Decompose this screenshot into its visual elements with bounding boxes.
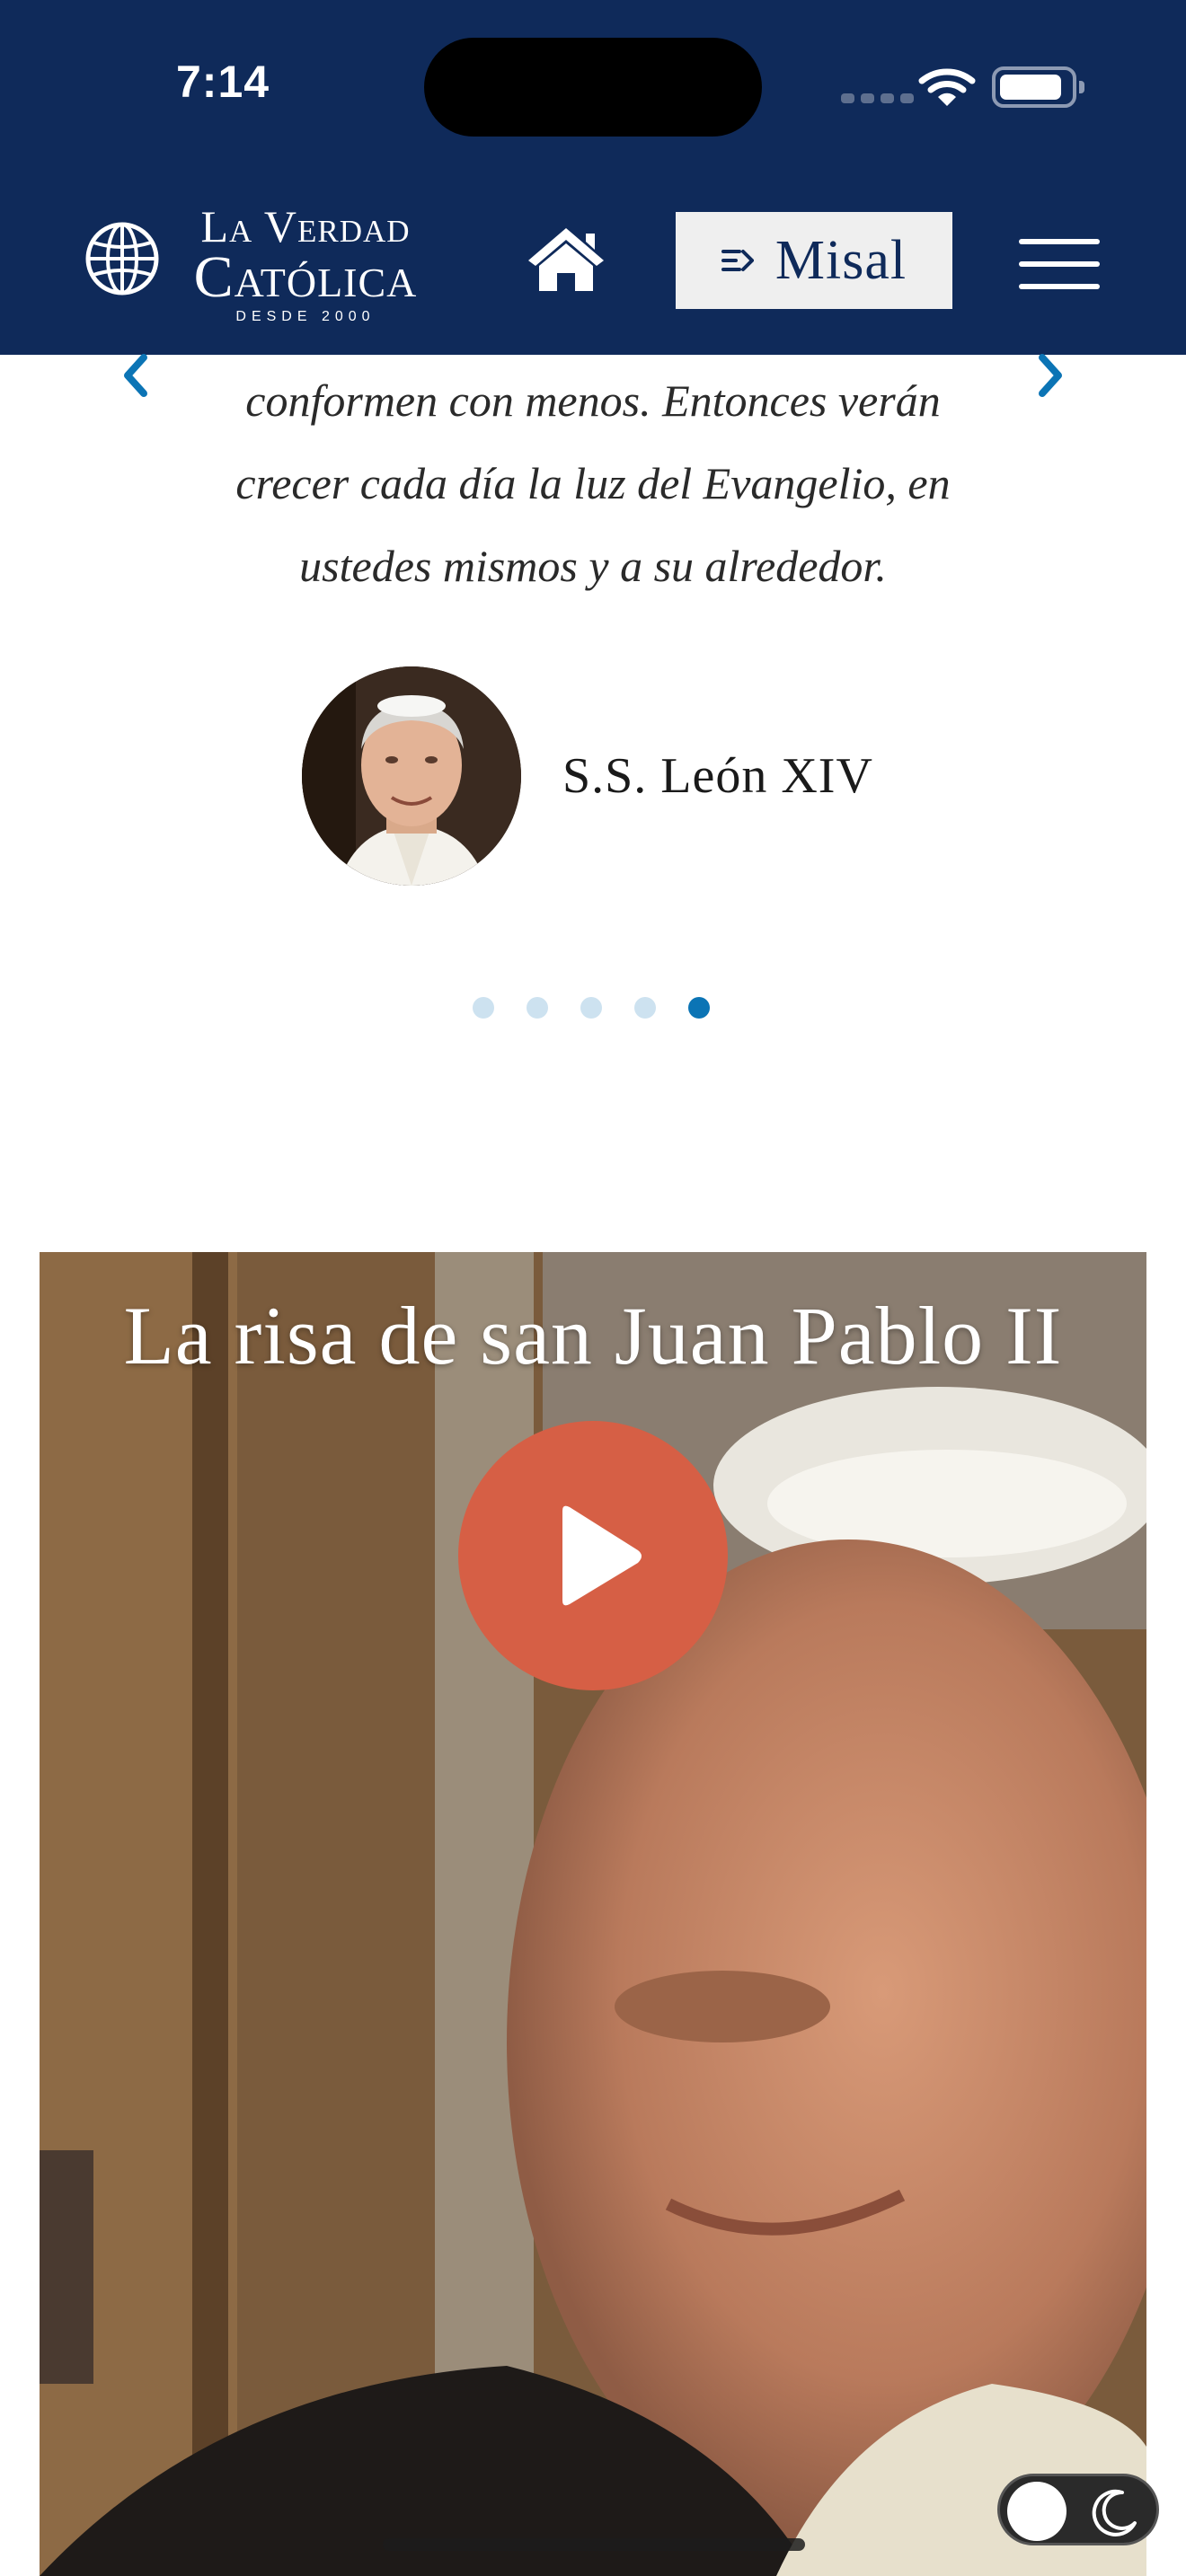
home-indicator bbox=[383, 2538, 805, 2551]
quote-line: crecer cada día la luz del Evangelio, en bbox=[235, 458, 951, 508]
quote-line: conformen con menos. Entonces verán bbox=[245, 375, 941, 426]
misal-icon bbox=[721, 250, 754, 271]
quote-line: ustedes mismos y a su alrededor. bbox=[299, 541, 887, 591]
cellular-signal-icon bbox=[841, 93, 914, 103]
quote-text: conformen con menos. Entonces verán crec… bbox=[144, 359, 1042, 607]
battery-icon bbox=[992, 66, 1084, 108]
video-title: La risa de san Juan Pablo II bbox=[123, 1290, 1063, 1381]
wifi-icon bbox=[918, 68, 976, 106]
dark-mode-toggle[interactable] bbox=[997, 2474, 1159, 2545]
moon-icon bbox=[1092, 2489, 1137, 2536]
logo-line-2: Católica bbox=[193, 244, 418, 310]
globe-icon bbox=[85, 222, 159, 296]
site-logo[interactable]: La Verdad Católica DESDE 2000 bbox=[83, 203, 442, 324]
misal-button[interactable]: Misal bbox=[676, 212, 952, 309]
carousel-dot[interactable] bbox=[527, 997, 548, 1019]
home-icon[interactable] bbox=[525, 225, 607, 293]
logo-line-1: La Verdad bbox=[200, 201, 411, 251]
play-icon bbox=[562, 1505, 642, 1606]
menu-icon[interactable] bbox=[1019, 239, 1100, 289]
carousel-dot[interactable] bbox=[634, 997, 656, 1019]
carousel-dot[interactable] bbox=[473, 997, 494, 1019]
dynamic-island bbox=[424, 38, 762, 137]
carousel-dot[interactable] bbox=[580, 997, 602, 1019]
quote-author: S.S. León XIV bbox=[562, 748, 873, 804]
carousel-dot-active[interactable] bbox=[688, 997, 710, 1019]
misal-button-label: Misal bbox=[774, 229, 907, 291]
logo-wordmark: La Verdad Católica DESDE 2000 bbox=[171, 203, 440, 325]
toggle-knob bbox=[1007, 2482, 1067, 2541]
site-header: 7:14 La Verdad Católica DESDE 2000 Misal bbox=[0, 0, 1186, 355]
video-player[interactable]: La risa de san Juan Pablo II bbox=[40, 1252, 1146, 2576]
status-time: 7:14 bbox=[176, 57, 270, 107]
play-button[interactable] bbox=[458, 1421, 728, 1690]
logo-tagline: DESDE 2000 bbox=[235, 309, 376, 324]
carousel-dots bbox=[473, 997, 710, 1019]
author-avatar bbox=[302, 666, 521, 886]
